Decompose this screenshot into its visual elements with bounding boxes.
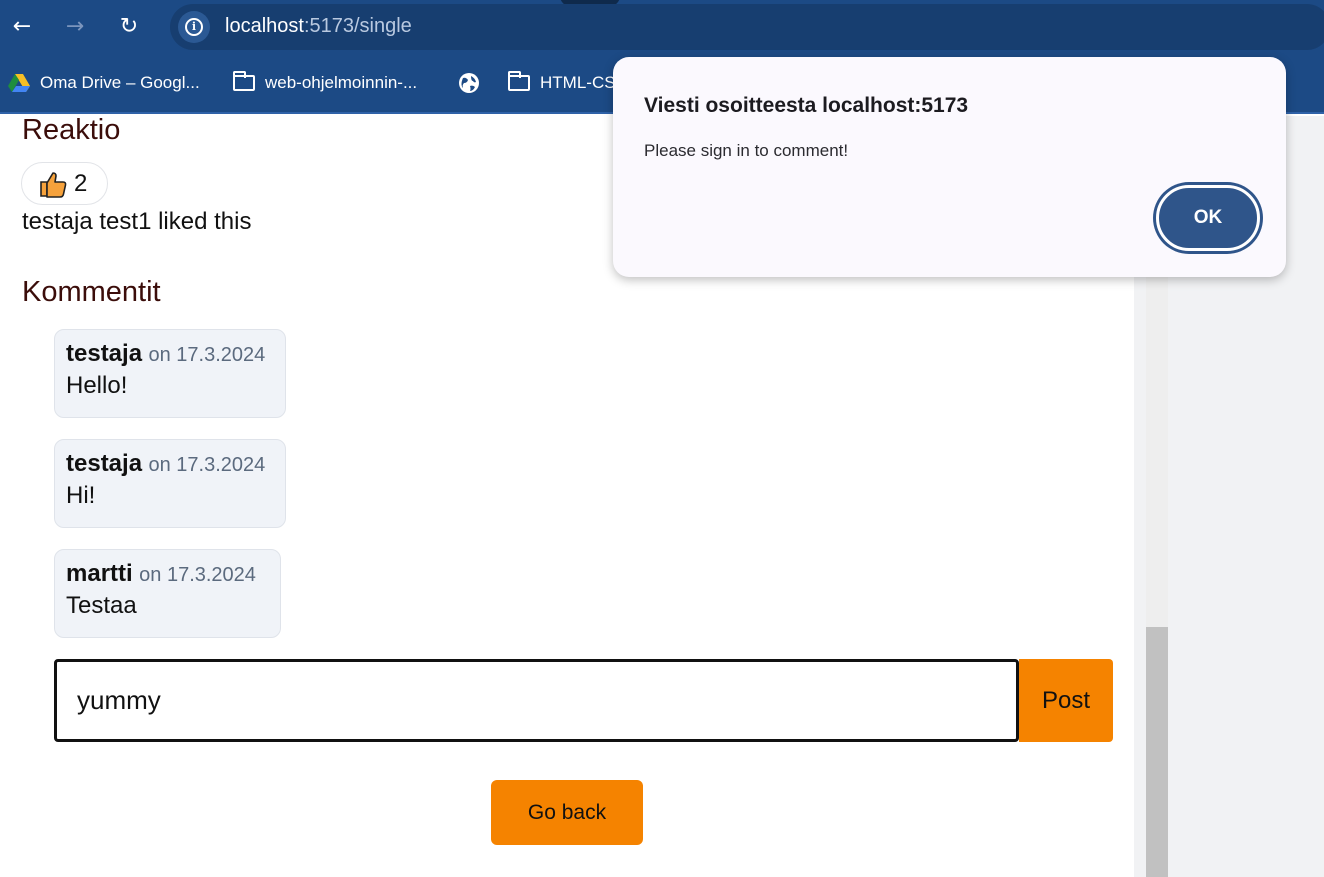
- comment-author: testaja: [66, 340, 143, 367]
- comment-author: martti: [66, 560, 133, 587]
- post-comment-button[interactable]: Post: [1019, 659, 1113, 742]
- url-path: :5173/single: [303, 15, 412, 37]
- forward-arrow-icon[interactable]: →: [63, 12, 87, 42]
- bookmark-web-ohjelmoinnin[interactable]: web-ohjelmoinnin-...: [233, 70, 417, 96]
- google-drive-icon: [8, 74, 30, 92]
- reload-icon[interactable]: ↻: [117, 12, 141, 42]
- liked-by-text: testaja test1 liked this: [22, 208, 252, 235]
- back-arrow-icon[interactable]: ←: [10, 12, 34, 42]
- comment-author: testaja: [66, 450, 143, 477]
- url-text[interactable]: localhost:5173/single: [225, 15, 412, 38]
- bookmark-label: HTML-CS: [540, 73, 616, 92]
- dialog-title: Viesti osoitteesta localhost:5173: [644, 94, 969, 117]
- like-reaction-button[interactable]: 2: [21, 162, 108, 205]
- globe-icon: [459, 73, 479, 93]
- bookmark-html-css[interactable]: HTML-CS: [508, 70, 616, 96]
- folder-icon: [233, 71, 255, 91]
- comment-text: Hello!: [66, 372, 128, 399]
- address-bar[interactable]: i localhost:5173/single: [170, 4, 1324, 50]
- go-back-button[interactable]: Go back: [491, 780, 643, 845]
- bookmark-globe[interactable]: [458, 70, 490, 96]
- comment-text: Testaa: [66, 592, 137, 619]
- bookmark-label: web-ohjelmoinnin-...: [265, 73, 418, 92]
- site-info-icon[interactable]: i: [178, 11, 210, 43]
- bookmark-label: Oma Drive – Googl...: [40, 73, 200, 92]
- folder-icon: [508, 71, 530, 91]
- comment-date: on 17.3.2024: [139, 564, 256, 586]
- comment-date: on 17.3.2024: [148, 344, 266, 366]
- comment-item: martti on 17.3.2024 Testaa: [54, 549, 281, 638]
- comment-input[interactable]: [54, 659, 1019, 742]
- alert-dialog: Viesti osoitteesta localhost:5173 Please…: [613, 57, 1286, 277]
- comment-text: Hi!: [66, 482, 96, 509]
- comment-item: testaja on 17.3.2024 Hi!: [54, 439, 286, 528]
- thumbs-up-icon: [40, 171, 67, 198]
- scrollbar-thumb[interactable]: [1146, 627, 1168, 877]
- bookmark-oma-drive[interactable]: Oma Drive – Googl...: [8, 70, 200, 96]
- dialog-message: Please sign in to comment!: [644, 141, 849, 160]
- url-host: localhost: [225, 15, 304, 37]
- reaction-count: 2: [74, 169, 88, 197]
- comment-item: testaja on 17.3.2024 Hello!: [54, 329, 286, 418]
- ok-button[interactable]: OK: [1156, 185, 1260, 251]
- comment-date: on 17.3.2024: [148, 454, 266, 476]
- browser-toolbar: ← → ↻ i localhost:5173/single: [0, 0, 1324, 54]
- comments-heading: Kommentit: [22, 276, 161, 308]
- reactions-heading: Reaktio: [22, 114, 121, 146]
